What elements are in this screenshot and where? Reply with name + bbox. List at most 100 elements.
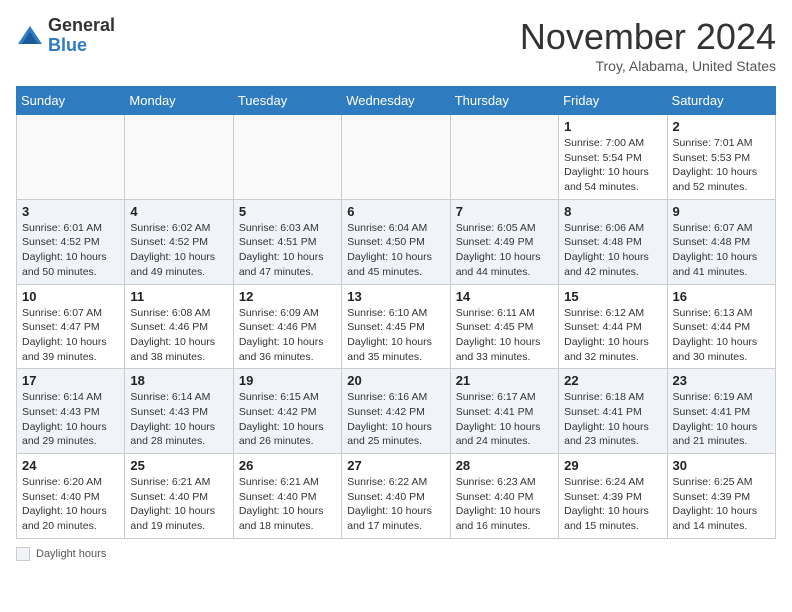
day-info: Sunrise: 6:08 AM Sunset: 4:46 PM Dayligh… (130, 306, 227, 365)
day-info: Sunrise: 6:04 AM Sunset: 4:50 PM Dayligh… (347, 221, 444, 280)
day-number: 26 (239, 458, 336, 473)
day-number: 27 (347, 458, 444, 473)
page-header: General Blue November 2024 Troy, Alabama… (16, 16, 776, 74)
day-info: Sunrise: 6:25 AM Sunset: 4:39 PM Dayligh… (673, 475, 770, 534)
calendar-week-row: 17 Sunrise: 6:14 AM Sunset: 4:43 PM Dayli… (17, 369, 776, 454)
calendar-day-cell (125, 115, 233, 200)
day-number: 18 (130, 373, 227, 388)
day-info: Sunrise: 6:12 AM Sunset: 4:44 PM Dayligh… (564, 306, 661, 365)
day-info: Sunrise: 6:10 AM Sunset: 4:45 PM Dayligh… (347, 306, 444, 365)
day-info: Sunrise: 6:14 AM Sunset: 4:43 PM Dayligh… (130, 390, 227, 449)
day-info: Sunrise: 6:24 AM Sunset: 4:39 PM Dayligh… (564, 475, 661, 534)
title-block: November 2024 Troy, Alabama, United Stat… (520, 16, 776, 74)
day-info: Sunrise: 6:11 AM Sunset: 4:45 PM Dayligh… (456, 306, 553, 365)
day-number: 29 (564, 458, 661, 473)
column-header-saturday: Saturday (667, 87, 775, 115)
calendar-day-cell: 3 Sunrise: 6:01 AM Sunset: 4:52 PM Daylig… (17, 199, 125, 284)
calendar-day-cell: 9 Sunrise: 6:07 AM Sunset: 4:48 PM Daylig… (667, 199, 775, 284)
calendar-day-cell: 12 Sunrise: 6:09 AM Sunset: 4:46 PM Dayli… (233, 284, 341, 369)
calendar-day-cell (17, 115, 125, 200)
day-info: Sunrise: 6:19 AM Sunset: 4:41 PM Dayligh… (673, 390, 770, 449)
calendar-week-row: 3 Sunrise: 6:01 AM Sunset: 4:52 PM Daylig… (17, 199, 776, 284)
day-info: Sunrise: 6:14 AM Sunset: 4:43 PM Dayligh… (22, 390, 119, 449)
day-number: 5 (239, 204, 336, 219)
month-title: November 2024 (520, 16, 776, 58)
calendar-day-cell (342, 115, 450, 200)
day-number: 17 (22, 373, 119, 388)
day-info: Sunrise: 6:23 AM Sunset: 4:40 PM Dayligh… (456, 475, 553, 534)
calendar-day-cell: 1 Sunrise: 7:00 AM Sunset: 5:54 PM Daylig… (559, 115, 667, 200)
day-number: 25 (130, 458, 227, 473)
calendar-day-cell: 19 Sunrise: 6:15 AM Sunset: 4:42 PM Dayli… (233, 369, 341, 454)
day-info: Sunrise: 6:20 AM Sunset: 4:40 PM Dayligh… (22, 475, 119, 534)
calendar-day-cell: 2 Sunrise: 7:01 AM Sunset: 5:53 PM Daylig… (667, 115, 775, 200)
calendar-day-cell: 30 Sunrise: 6:25 AM Sunset: 4:39 PM Dayli… (667, 454, 775, 539)
day-info: Sunrise: 6:22 AM Sunset: 4:40 PM Dayligh… (347, 475, 444, 534)
day-number: 2 (673, 119, 770, 134)
day-number: 4 (130, 204, 227, 219)
day-info: Sunrise: 6:21 AM Sunset: 4:40 PM Dayligh… (130, 475, 227, 534)
calendar-day-cell: 7 Sunrise: 6:05 AM Sunset: 4:49 PM Daylig… (450, 199, 558, 284)
day-number: 19 (239, 373, 336, 388)
calendar-day-cell: 28Sunrise: 6:23 AM Sunset: 4:40 PM Dayli… (450, 454, 558, 539)
day-info: Sunrise: 6:06 AM Sunset: 4:48 PM Dayligh… (564, 221, 661, 280)
calendar-week-row: 1 Sunrise: 7:00 AM Sunset: 5:54 PM Daylig… (17, 115, 776, 200)
calendar-day-cell: 22 Sunrise: 6:18 AM Sunset: 4:41 PM Dayli… (559, 369, 667, 454)
logo-general: General (48, 15, 115, 35)
day-number: 9 (673, 204, 770, 219)
day-number: 23 (673, 373, 770, 388)
day-info: Sunrise: 7:01 AM Sunset: 5:53 PM Dayligh… (673, 136, 770, 195)
day-number: 6 (347, 204, 444, 219)
column-header-sunday: Sunday (17, 87, 125, 115)
column-header-monday: Monday (125, 87, 233, 115)
day-number: 8 (564, 204, 661, 219)
day-info: Sunrise: 6:01 AM Sunset: 4:52 PM Dayligh… (22, 221, 119, 280)
day-info: Sunrise: 7:00 AM Sunset: 5:54 PM Dayligh… (564, 136, 661, 195)
daylight-label: Daylight hours (36, 548, 106, 560)
day-number: 30 (673, 458, 770, 473)
day-info: Sunrise: 6:13 AM Sunset: 4:44 PM Dayligh… (673, 306, 770, 365)
day-number: 20 (347, 373, 444, 388)
calendar-day-cell: 11 Sunrise: 6:08 AM Sunset: 4:46 PM Dayli… (125, 284, 233, 369)
calendar-day-cell: 4 Sunrise: 6:02 AM Sunset: 4:52 PM Daylig… (125, 199, 233, 284)
column-header-wednesday: Wednesday (342, 87, 450, 115)
calendar-day-cell: 13Sunrise: 6:10 AM Sunset: 4:45 PM Dayli… (342, 284, 450, 369)
day-info: Sunrise: 6:09 AM Sunset: 4:46 PM Dayligh… (239, 306, 336, 365)
day-info: Sunrise: 6:02 AM Sunset: 4:52 PM Dayligh… (130, 221, 227, 280)
day-number: 12 (239, 289, 336, 304)
calendar-day-cell: 20Sunrise: 6:16 AM Sunset: 4:42 PM Dayli… (342, 369, 450, 454)
daylight-box-icon (16, 547, 30, 561)
calendar-day-cell (450, 115, 558, 200)
logo-blue: Blue (48, 35, 87, 55)
day-info: Sunrise: 6:17 AM Sunset: 4:41 PM Dayligh… (456, 390, 553, 449)
calendar-table: SundayMondayTuesdayWednesdayThursdayFrid… (16, 86, 776, 539)
day-number: 22 (564, 373, 661, 388)
day-info: Sunrise: 6:07 AM Sunset: 4:48 PM Dayligh… (673, 221, 770, 280)
calendar-day-cell: 6 Sunrise: 6:04 AM Sunset: 4:50 PM Daylig… (342, 199, 450, 284)
calendar-day-cell: 24 Sunrise: 6:20 AM Sunset: 4:40 PM Dayli… (17, 454, 125, 539)
logo-text: General Blue (48, 16, 115, 56)
day-number: 1 (564, 119, 661, 134)
calendar-day-cell: 21 Sunrise: 6:17 AM Sunset: 4:41 PM Dayli… (450, 369, 558, 454)
day-number: 21 (456, 373, 553, 388)
day-info: Sunrise: 6:05 AM Sunset: 4:49 PM Dayligh… (456, 221, 553, 280)
logo: General Blue (16, 16, 115, 56)
calendar-day-cell: 26 Sunrise: 6:21 AM Sunset: 4:40 PM Dayli… (233, 454, 341, 539)
day-number: 10 (22, 289, 119, 304)
column-header-tuesday: Tuesday (233, 87, 341, 115)
calendar-day-cell: 29 Sunrise: 6:24 AM Sunset: 4:39 PM Dayli… (559, 454, 667, 539)
day-number: 3 (22, 204, 119, 219)
calendar-day-cell (233, 115, 341, 200)
day-info: Sunrise: 6:15 AM Sunset: 4:42 PM Dayligh… (239, 390, 336, 449)
calendar-day-cell: 15Sunrise: 6:12 AM Sunset: 4:44 PM Dayli… (559, 284, 667, 369)
day-info: Sunrise: 6:03 AM Sunset: 4:51 PM Dayligh… (239, 221, 336, 280)
day-number: 16 (673, 289, 770, 304)
day-number: 11 (130, 289, 227, 304)
column-header-thursday: Thursday (450, 87, 558, 115)
day-number: 7 (456, 204, 553, 219)
day-info: Sunrise: 6:18 AM Sunset: 4:41 PM Dayligh… (564, 390, 661, 449)
day-number: 24 (22, 458, 119, 473)
day-info: Sunrise: 6:21 AM Sunset: 4:40 PM Dayligh… (239, 475, 336, 534)
calendar-day-cell: 5 Sunrise: 6:03 AM Sunset: 4:51 PM Daylig… (233, 199, 341, 284)
calendar-day-cell: 16 Sunrise: 6:13 AM Sunset: 4:44 PM Dayli… (667, 284, 775, 369)
